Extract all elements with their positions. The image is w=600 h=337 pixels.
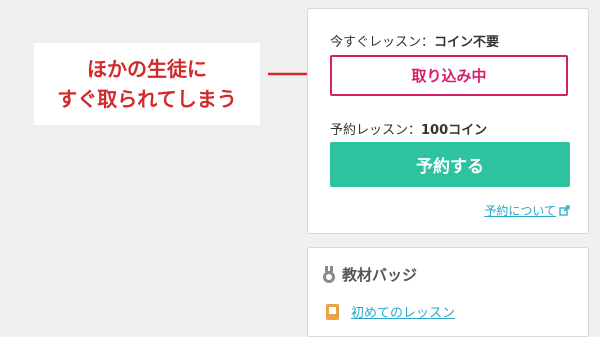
callout-line-2: すぐ取られてしまう <box>57 87 237 111</box>
reserve-lesson-value: 100コイン <box>421 123 488 138</box>
medal-icon <box>323 265 335 283</box>
busy-status-label: 取り込み中 <box>411 67 487 85</box>
badge-header: 教材バッジ <box>322 264 417 285</box>
instant-lesson-value: コイン不要 <box>434 35 500 50</box>
about-reservation-link[interactable]: 予約について <box>484 202 570 219</box>
annotation-callout: ほかの生徒に すぐ取られてしまう <box>34 43 260 125</box>
badge-item-link[interactable]: 初めてのレッスン <box>351 302 455 321</box>
instant-lesson-row: 今すぐレッスン：コイン不要 <box>330 31 499 50</box>
reserve-lesson-label: 予約レッスン： <box>330 123 422 138</box>
busy-status-box: 取り込み中 <box>330 55 568 96</box>
callout-line-1: ほかの生徒に <box>87 57 207 81</box>
reserve-lesson-row: 予約レッスン：100コイン <box>330 119 487 138</box>
reserve-button-label: 予約する <box>416 157 484 177</box>
external-link-icon <box>559 205 570 216</box>
badge-icon <box>326 303 339 320</box>
reserve-button[interactable]: 予約する <box>330 142 570 187</box>
badge-list-item[interactable]: 初めてのレッスン <box>326 302 455 321</box>
about-reservation-label: 予約について <box>484 204 556 218</box>
lesson-card: 今すぐレッスン：コイン不要 取り込み中 予約レッスン：100コイン 予約する 予… <box>307 8 589 234</box>
badge-card: 教材バッジ 初めてのレッスン <box>307 247 589 337</box>
badge-title: 教材バッジ <box>342 266 418 284</box>
instant-lesson-label: 今すぐレッスン： <box>330 35 435 50</box>
